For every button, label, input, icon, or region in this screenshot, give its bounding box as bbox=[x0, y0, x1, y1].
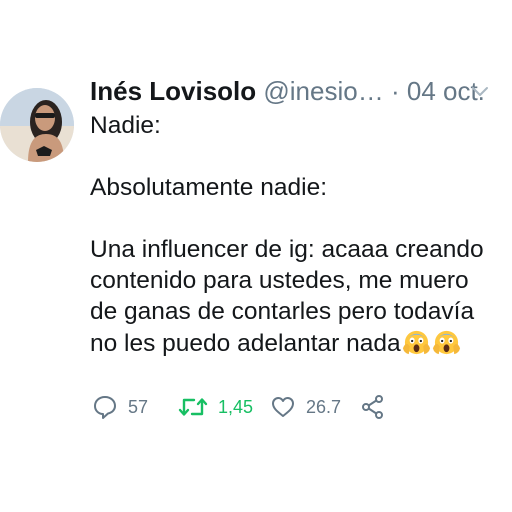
screaming-face-emoji-icon bbox=[402, 330, 430, 355]
chevron-down-icon[interactable] bbox=[470, 84, 490, 98]
like-button[interactable]: 26.7 bbox=[270, 392, 341, 422]
tweet-actions: 57 1,45 26.7 bbox=[92, 392, 502, 422]
avatar-photo bbox=[0, 88, 74, 162]
heart-outline-icon bbox=[272, 397, 294, 417]
retweet-count: 1,45 bbox=[218, 396, 254, 417]
tweet-line: Nadie: bbox=[90, 112, 161, 139]
tweet-line: Absolutamente nadie: bbox=[90, 174, 327, 201]
reply-count: 57 bbox=[128, 396, 149, 417]
like-count: 26.7 bbox=[306, 396, 342, 417]
screaming-face-emoji-icon bbox=[432, 330, 460, 355]
tweet-text: Nadie: Absolutamente nadie: Una influenc… bbox=[90, 110, 500, 359]
retweet-button[interactable]: 1,45 bbox=[178, 392, 253, 422]
tweet-line: de ganas de contarles pero todavía bbox=[90, 298, 475, 325]
tweet-card[interactable]: Inés Lovisolo @inesio… · 04 oct. Nadie: … bbox=[0, 0, 512, 512]
author-name[interactable]: Inés Lovisolo bbox=[90, 76, 256, 106]
reply-button[interactable]: 57 bbox=[92, 392, 148, 422]
retweet-arrows-icon bbox=[178, 398, 208, 416]
share-nodes-icon bbox=[362, 395, 383, 419]
header-separator: · bbox=[390, 76, 400, 106]
tweet-line: no les puedo adelantar nada bbox=[90, 330, 401, 357]
share-button[interactable] bbox=[360, 392, 386, 422]
author-handle[interactable]: @inesio… bbox=[263, 76, 383, 106]
avatar[interactable] bbox=[0, 88, 74, 162]
tweet-line: contenido para ustedes, me muero bbox=[90, 267, 469, 294]
speech-bubble-icon bbox=[94, 396, 116, 419]
tweet-header: Inés Lovisolo @inesio… · 04 oct. bbox=[90, 74, 500, 108]
tweet-line: Una influencer de ig: acaaa creando bbox=[90, 236, 484, 263]
